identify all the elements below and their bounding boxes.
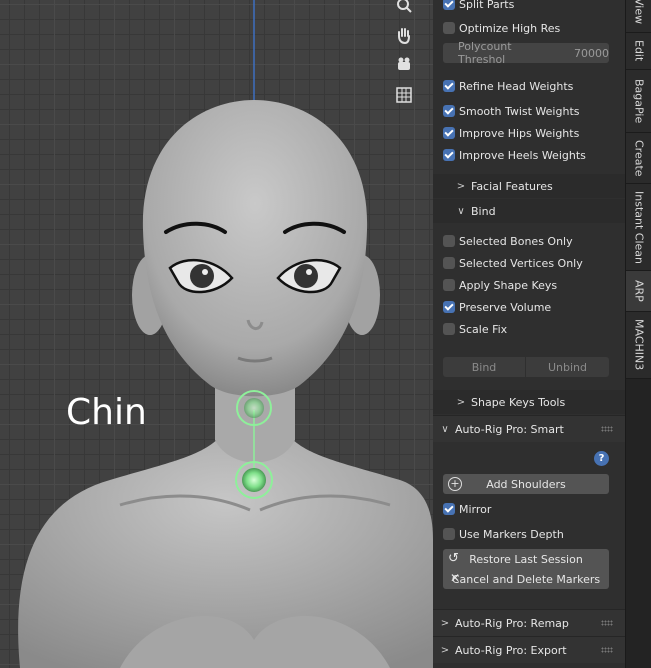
use-markers-depth-option[interactable]: Use Markers Depth [433, 523, 625, 545]
chevron-down-icon: ∨ [441, 423, 449, 435]
refine-head-weights-option[interactable]: Refine Head Weights [433, 75, 625, 97]
zoom-icon[interactable] [391, 0, 417, 18]
optimize-high-res-checkbox[interactable] [443, 22, 455, 34]
chevron-down-icon: ∨ [457, 205, 465, 217]
improve-hips-weights-option[interactable]: Improve Hips Weights [433, 122, 625, 144]
hand-icon[interactable] [391, 22, 417, 48]
tab-bagapie[interactable]: BagaPie [626, 70, 651, 133]
improve-hips-weights-checkbox[interactable] [443, 127, 455, 139]
marker-label: Chin [66, 392, 147, 433]
drag-handle-icon[interactable] [601, 620, 613, 626]
scale-fix-checkbox[interactable] [443, 323, 455, 335]
tab-create[interactable]: Create [626, 133, 651, 184]
tab-instant-clean[interactable]: Instant Clean [626, 184, 651, 271]
cancel-delete-markers-button[interactable]: ✕ Cancel and Delete Markers [443, 569, 609, 589]
add-icon: + [448, 477, 462, 491]
preserve-volume-option[interactable]: Preserve Volume [433, 296, 625, 318]
apply-shape-keys-checkbox[interactable] [443, 279, 455, 291]
mirror-option[interactable]: Mirror [433, 498, 625, 520]
history-icon: ↺ [448, 551, 459, 566]
smooth-twist-weights-option[interactable]: Smooth Twist Weights [433, 100, 625, 122]
polycount-threshold-field[interactable]: Polycount Threshol 70000 [443, 40, 609, 66]
improve-heels-weights-option[interactable]: Improve Heels Weights [433, 144, 625, 166]
remap-panel-header[interactable]: > Auto-Rig Pro: Remap [433, 609, 625, 636]
apply-shape-keys-option[interactable]: Apply Shape Keys [433, 274, 625, 296]
selected-vertices-only-checkbox[interactable] [443, 257, 455, 269]
export-panel-header[interactable]: > Auto-Rig Pro: Export [433, 636, 625, 663]
tab-arp[interactable]: ARP [626, 271, 651, 312]
selected-bones-only-option[interactable]: Selected Bones Only [433, 230, 625, 252]
camera-icon[interactable] [391, 52, 417, 78]
close-icon: ✕ [450, 571, 461, 585]
split-parts-checkbox[interactable] [443, 0, 455, 10]
chevron-right-icon: > [456, 396, 466, 408]
restore-last-session-button[interactable]: ↺ Restore Last Session [443, 549, 609, 569]
bind-button[interactable]: Bind [443, 357, 525, 377]
sidebar-panel: Split Parts Optimize High Res Polycount … [433, 0, 625, 668]
bind-subpanel[interactable]: ∨ Bind [433, 199, 625, 223]
unbind-button[interactable]: Unbind [526, 357, 609, 377]
tab-edit[interactable]: Edit [626, 33, 651, 70]
character-model [18, 0, 433, 668]
smooth-twist-weights-checkbox[interactable] [443, 105, 455, 117]
add-shoulders-button[interactable]: + Add Shoulders [443, 474, 609, 494]
selected-vertices-only-option[interactable]: Selected Vertices Only [433, 252, 625, 274]
grid-icon[interactable] [391, 82, 417, 108]
scale-fix-option[interactable]: Scale Fix [433, 318, 625, 340]
tab-machin3[interactable]: MACHIN3 [626, 312, 651, 379]
facial-features-subpanel[interactable]: > Facial Features [433, 174, 625, 198]
split-parts-option[interactable]: Split Parts [433, 0, 625, 15]
tab-view[interactable]: View [626, 0, 651, 33]
shape-keys-tools-subpanel[interactable]: > Shape Keys Tools [433, 390, 625, 414]
optimize-high-res-option[interactable]: Optimize High Res [433, 17, 625, 39]
3d-viewport[interactable]: Chin [0, 0, 433, 668]
refine-head-weights-checkbox[interactable] [443, 80, 455, 92]
chevron-right-icon: > [456, 180, 466, 192]
chevron-right-icon: > [440, 617, 450, 629]
use-markers-depth-checkbox[interactable] [443, 528, 455, 540]
help-icon[interactable]: ? [594, 451, 609, 466]
drag-handle-icon[interactable] [601, 426, 613, 432]
drag-handle-icon[interactable] [601, 647, 613, 653]
improve-heels-weights-checkbox[interactable] [443, 149, 455, 161]
selected-bones-only-checkbox[interactable] [443, 235, 455, 247]
mirror-checkbox[interactable] [443, 503, 455, 515]
sidebar-tabs: View Edit BagaPie Create Instant Clean A… [625, 0, 651, 668]
chevron-right-icon: > [440, 644, 450, 656]
preserve-volume-checkbox[interactable] [443, 301, 455, 313]
smart-panel-header[interactable]: ∨ Auto-Rig Pro: Smart [433, 415, 625, 442]
